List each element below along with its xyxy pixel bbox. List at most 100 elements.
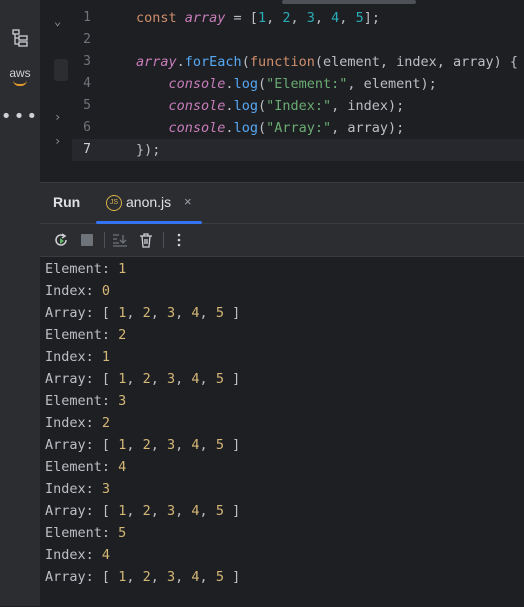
rerun-icon[interactable] bbox=[51, 230, 71, 250]
console-array-value: 4 bbox=[191, 371, 200, 387]
console-value: 5 bbox=[118, 525, 127, 541]
line-number: 2 bbox=[83, 32, 91, 47]
console-label: Index: bbox=[45, 481, 94, 497]
console-label: Array: bbox=[45, 305, 94, 321]
code-token: , index); bbox=[331, 98, 405, 114]
code-token: (element, index, array) { bbox=[314, 54, 519, 70]
console-label: Element: bbox=[45, 261, 111, 277]
console-label: Index: bbox=[45, 415, 94, 431]
code-token: , bbox=[314, 10, 332, 26]
console-array-value: 5 bbox=[215, 305, 224, 321]
code-line[interactable]: 6 console.log("Array:", array); bbox=[72, 117, 524, 139]
chevron-right-icon[interactable]: › bbox=[54, 134, 61, 148]
console-label: Index: bbox=[45, 349, 94, 365]
aws-label: aws bbox=[9, 65, 31, 80]
code-token: log bbox=[233, 120, 258, 136]
structure-icon[interactable] bbox=[8, 26, 32, 50]
tab-label: anon.js bbox=[126, 194, 172, 210]
console-array-value: 1 bbox=[118, 569, 127, 585]
console-label: Array: bbox=[45, 437, 94, 453]
code-token: array bbox=[184, 10, 226, 26]
code-token: console bbox=[168, 76, 226, 92]
code-line[interactable]: 2 bbox=[72, 29, 524, 51]
console-label: Element: bbox=[45, 525, 111, 541]
aws-icon[interactable]: aws bbox=[8, 64, 32, 88]
more-icon[interactable]: ••• bbox=[1, 104, 38, 128]
code-token: . bbox=[225, 76, 234, 92]
console-array-value: 3 bbox=[167, 503, 176, 519]
line-number: 4 bbox=[83, 76, 91, 91]
console-array-value: 4 bbox=[191, 305, 200, 321]
toolbar-divider bbox=[163, 232, 164, 248]
console-line: Index: 2 bbox=[45, 412, 110, 434]
console-value: 2 bbox=[118, 327, 127, 343]
console-array-value: 3 bbox=[167, 437, 176, 453]
console-label: Array: bbox=[45, 569, 94, 585]
close-icon[interactable]: × bbox=[184, 194, 192, 209]
code-text: console.log("Element:", element); bbox=[136, 73, 437, 95]
console-value: 4 bbox=[118, 459, 127, 475]
code-line[interactable]: 3 array.forEach(function(element, index, … bbox=[72, 51, 524, 73]
console-array-value: 2 bbox=[142, 371, 151, 387]
code-token: const bbox=[136, 10, 185, 26]
code-line[interactable]: 7}); bbox=[72, 139, 524, 161]
console-line: Index: 0 bbox=[45, 280, 110, 302]
code-token: }); bbox=[136, 142, 161, 158]
structure-glyph bbox=[12, 29, 28, 47]
code-token: , bbox=[339, 10, 356, 26]
code-token: ( bbox=[257, 98, 267, 114]
run-tabs-bar: Run JS anon.js × bbox=[40, 183, 524, 224]
code-text: array.forEach(function(element, index, a… bbox=[136, 51, 518, 73]
console-line: Element: 4 bbox=[45, 456, 126, 478]
tab-anon-js[interactable]: JS anon.js × bbox=[96, 183, 202, 224]
line-number: 6 bbox=[83, 120, 91, 135]
horizontal-scrollbar[interactable] bbox=[282, 0, 416, 4]
code-line[interactable]: 4 console.log("Element:", element); bbox=[72, 73, 524, 95]
code-token: 1 bbox=[257, 10, 267, 26]
console-label: Element: bbox=[45, 459, 111, 475]
scroll-to-end-icon[interactable] bbox=[110, 230, 130, 250]
console-array-value: 5 bbox=[215, 437, 224, 453]
aws-smile bbox=[13, 80, 27, 86]
code-token: console bbox=[168, 98, 226, 114]
console-array-value: 5 bbox=[215, 569, 224, 585]
code-line[interactable]: 5 console.log("Index:", index); bbox=[72, 95, 524, 117]
console-array-value: 5 bbox=[215, 503, 224, 519]
code-editor[interactable]: 1 const array = [1, 2, 3, 4, 5]; 2 3 array.f… bbox=[72, 0, 524, 182]
console-value: 3 bbox=[101, 481, 111, 497]
console-array-value: 3 bbox=[167, 371, 176, 387]
code-token: . bbox=[176, 54, 185, 70]
code-token: console bbox=[168, 120, 226, 136]
code-token: 3 bbox=[306, 10, 315, 26]
line-number: 3 bbox=[83, 54, 91, 69]
console-output[interactable]: Element: 1 Index: 0 Array: [ 1, 2, 3, 4, 5… bbox=[40, 257, 524, 607]
console-line: Element: 5 bbox=[45, 522, 126, 544]
console-value: 1 bbox=[101, 349, 111, 365]
run-title[interactable]: Run bbox=[53, 194, 80, 210]
console-value: 3 bbox=[118, 393, 127, 409]
code-token: . bbox=[225, 98, 234, 114]
js-file-icon: JS bbox=[106, 195, 122, 211]
console-array-value: 4 bbox=[191, 437, 200, 453]
code-token: . bbox=[225, 120, 234, 136]
console-array-value: 1 bbox=[118, 503, 127, 519]
run-panel: Run JS anon.js × Element: 1 Index: 0 Arr… bbox=[40, 182, 524, 607]
console-value: 1 bbox=[118, 261, 127, 277]
code-token: , element); bbox=[347, 76, 437, 92]
code-token: "Array:" bbox=[266, 120, 332, 136]
console-array-value: 1 bbox=[118, 437, 127, 453]
code-token: = [ bbox=[225, 10, 258, 26]
line-number: 5 bbox=[83, 98, 91, 113]
code-text: const array = [1, 2, 3, 4, 5]; bbox=[136, 7, 380, 29]
chevron-down-icon[interactable]: ⌄ bbox=[54, 14, 61, 28]
code-line[interactable]: 1 const array = [1, 2, 3, 4, 5]; bbox=[72, 7, 524, 29]
console-value: 2 bbox=[101, 415, 111, 431]
code-token: ( bbox=[241, 54, 250, 70]
more-options-icon[interactable] bbox=[169, 230, 189, 250]
clear-all-icon[interactable] bbox=[136, 230, 156, 250]
stop-icon[interactable] bbox=[77, 230, 97, 250]
chevron-right-icon[interactable]: › bbox=[54, 110, 61, 124]
console-line: Array: [ 1, 2, 3, 4, 5 ] bbox=[45, 437, 241, 453]
